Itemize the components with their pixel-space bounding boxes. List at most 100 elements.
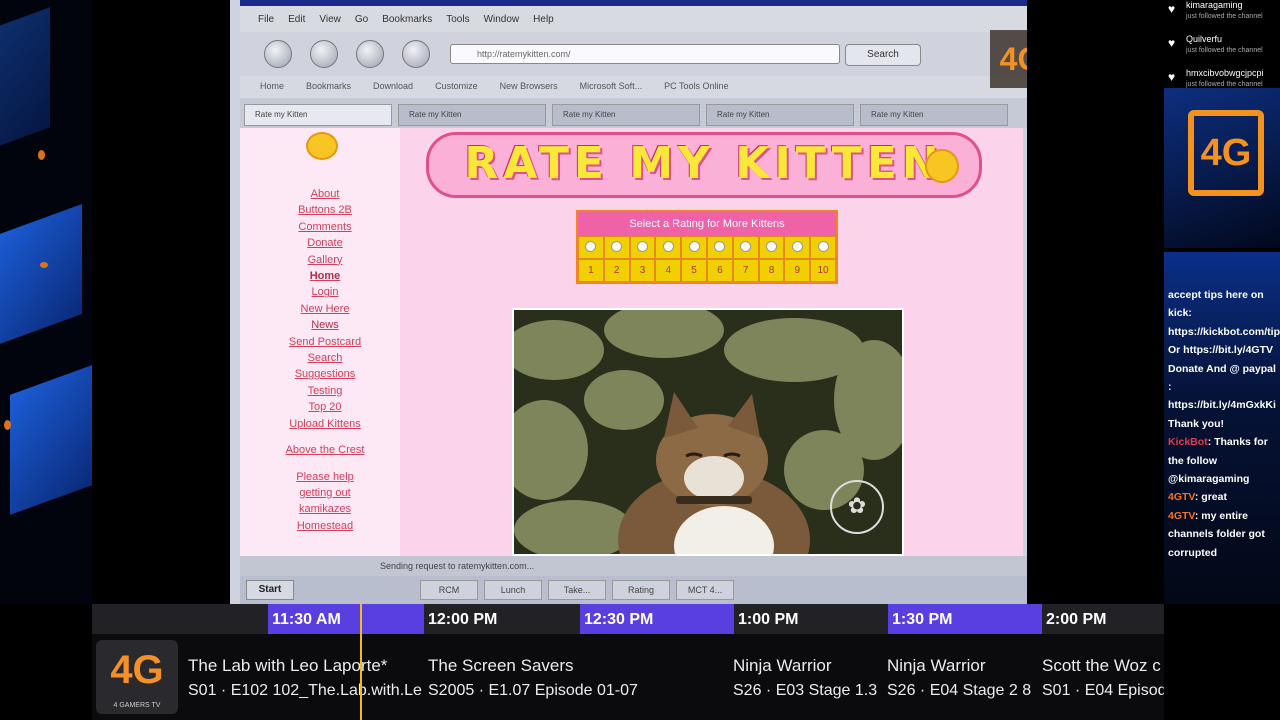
rating-radio-row xyxy=(578,236,836,259)
site-link[interactable]: Home xyxy=(260,268,390,284)
program-episode: S2005 · E1.07 Episode 01-07 xyxy=(428,682,638,699)
blue-cube-decoration xyxy=(10,365,92,515)
program-cell[interactable]: The Screen Savers S2005 · E1.07 Episode … xyxy=(428,656,728,712)
time-slot: 11:30 AM xyxy=(268,604,424,634)
rating-radio[interactable] xyxy=(681,236,707,259)
follow-subtext: just followed the channel xyxy=(1186,13,1263,20)
forward-button[interactable] xyxy=(310,40,338,68)
navigation-toolbar: http://ratemykitten.com/ Search xyxy=(240,32,1027,76)
browser-tab[interactable]: Rate my Kitten xyxy=(860,104,1008,126)
program-title: The Lab with Leo Laporte* xyxy=(188,656,388,675)
ember-decoration xyxy=(38,150,45,160)
chat-message: accept tips here on kick: https://kickbo… xyxy=(1168,289,1280,430)
site-link[interactable]: kamikazes xyxy=(260,501,390,517)
chat-text: great xyxy=(1201,491,1227,504)
rating-radio[interactable] xyxy=(706,236,733,259)
program-cell[interactable]: Ninja Warrior S26 · E04 Stage 2 8 xyxy=(887,656,1039,712)
rating-radio[interactable] xyxy=(784,236,811,259)
menu-edit[interactable]: Edit xyxy=(288,14,305,32)
follow-subtext: just followed the channel xyxy=(1186,81,1263,88)
menu-bookmarks[interactable]: Bookmarks xyxy=(382,14,432,32)
browser-tab[interactable]: Rate my Kitten xyxy=(552,104,700,126)
program-episode: S01 · E102 102_The.Lab.with.Le xyxy=(188,682,422,699)
site-link[interactable]: Search xyxy=(260,350,390,366)
site-link[interactable]: Comments xyxy=(260,219,390,235)
rating-radio[interactable] xyxy=(758,236,785,259)
link-gap xyxy=(260,459,390,469)
stop-button[interactable] xyxy=(402,40,430,68)
chat-message: 4GTV: great xyxy=(1168,491,1227,504)
radio-icon xyxy=(585,241,597,252)
watermark-icon: ✿ xyxy=(830,480,884,534)
rating-header: Select a Rating for More Kittens xyxy=(578,212,836,236)
link-microsoft-soft[interactable]: Microsoft Soft... xyxy=(580,81,643,98)
browser-tab[interactable]: Rate my Kitten xyxy=(398,104,546,126)
program-title: The Screen Savers xyxy=(428,656,574,675)
link-pc-tools[interactable]: PC Tools Online xyxy=(664,81,728,98)
reload-button[interactable] xyxy=(356,40,384,68)
rating-radio[interactable] xyxy=(629,236,656,259)
site-link[interactable]: getting out xyxy=(260,485,390,501)
site-link[interactable]: Buttons 2B xyxy=(260,202,390,218)
rating-number: 2 xyxy=(603,259,630,282)
radio-icon xyxy=(817,241,829,252)
taskbar-item[interactable]: Take... xyxy=(548,580,606,600)
site-link[interactable]: Please help xyxy=(260,469,390,485)
menu-window[interactable]: Window xyxy=(484,14,520,32)
channel-logo-sub: 4 GAMERS TV xyxy=(113,702,161,709)
rating-number: 4 xyxy=(655,259,682,282)
rating-radio[interactable] xyxy=(578,236,604,259)
program-cell[interactable]: Ninja Warrior S26 · E03 Stage 1.3 xyxy=(733,656,885,712)
menu-tools[interactable]: Tools xyxy=(446,14,469,32)
site-link[interactable]: Send Postcard xyxy=(260,334,390,350)
link-download[interactable]: Download xyxy=(373,81,413,98)
rating-radio[interactable] xyxy=(655,236,682,259)
channel-logo-text: 4G xyxy=(110,648,164,692)
follow-subtext: just followed the channel xyxy=(1186,47,1263,54)
site-link[interactable]: Upload Kittens xyxy=(260,416,390,432)
browser-tab[interactable]: Rate my Kitten xyxy=(244,104,392,126)
search-button[interactable]: Search xyxy=(845,44,921,66)
site-link[interactable]: New Here xyxy=(260,301,390,317)
site-link[interactable]: Suggestions xyxy=(260,366,390,382)
menu-file[interactable]: File xyxy=(258,14,274,32)
program-episode: S01 · E04 Episod xyxy=(1042,682,1164,699)
site-link[interactable]: Login xyxy=(260,284,390,300)
site-link[interactable]: Above the Crest xyxy=(260,442,390,458)
site-link[interactable]: Top 20 xyxy=(260,399,390,415)
program-cell[interactable]: The Lab with Leo Laporte* S01 · E102 102… xyxy=(188,656,424,712)
rating-radio[interactable] xyxy=(810,236,836,259)
taskbar-item[interactable]: MCT 4... xyxy=(676,580,734,600)
link-home[interactable]: Home xyxy=(260,81,284,98)
program-cell[interactable]: Scott the Woz c S01 · E04 Episod xyxy=(1042,656,1164,712)
back-button[interactable] xyxy=(264,40,292,68)
link-new-browsers[interactable]: New Browsers xyxy=(500,81,558,98)
menu-help[interactable]: Help xyxy=(533,14,554,32)
site-link[interactable]: News xyxy=(260,317,390,333)
rating-radio[interactable] xyxy=(732,236,759,259)
heart-icon: ♥ xyxy=(1168,70,1176,84)
link-customize[interactable]: Customize xyxy=(435,81,478,98)
start-button[interactable]: Start xyxy=(246,580,294,600)
taskbar-item[interactable]: Lunch xyxy=(484,580,542,600)
site-link[interactable]: Testing xyxy=(260,383,390,399)
menu-go[interactable]: Go xyxy=(355,14,368,32)
browser-tab[interactable]: Rate my Kitten xyxy=(706,104,854,126)
address-bar[interactable]: http://ratemykitten.com/ xyxy=(450,44,840,64)
site-link[interactable]: Homestead xyxy=(260,518,390,534)
link-bookmarks[interactable]: Bookmarks xyxy=(306,81,351,98)
time-slot: 2:00 PM xyxy=(1046,611,1107,628)
site-link[interactable]: Gallery xyxy=(260,252,390,268)
follower-name: Quilverfu xyxy=(1186,34,1223,44)
program-title: Ninja Warrior xyxy=(733,656,832,675)
rating-radio[interactable] xyxy=(603,236,630,259)
rating-number: 3 xyxy=(629,259,656,282)
menu-view[interactable]: View xyxy=(319,14,341,32)
radio-icon xyxy=(636,241,648,252)
site-link[interactable]: About xyxy=(260,186,390,202)
chat-message: 4GTV: my entire channels folder got corr… xyxy=(1168,509,1265,559)
site-link[interactable]: Donate xyxy=(260,235,390,251)
link-gap xyxy=(260,432,390,442)
taskbar-item[interactable]: Rating xyxy=(612,580,670,600)
taskbar-item[interactable]: RCM xyxy=(420,580,478,600)
